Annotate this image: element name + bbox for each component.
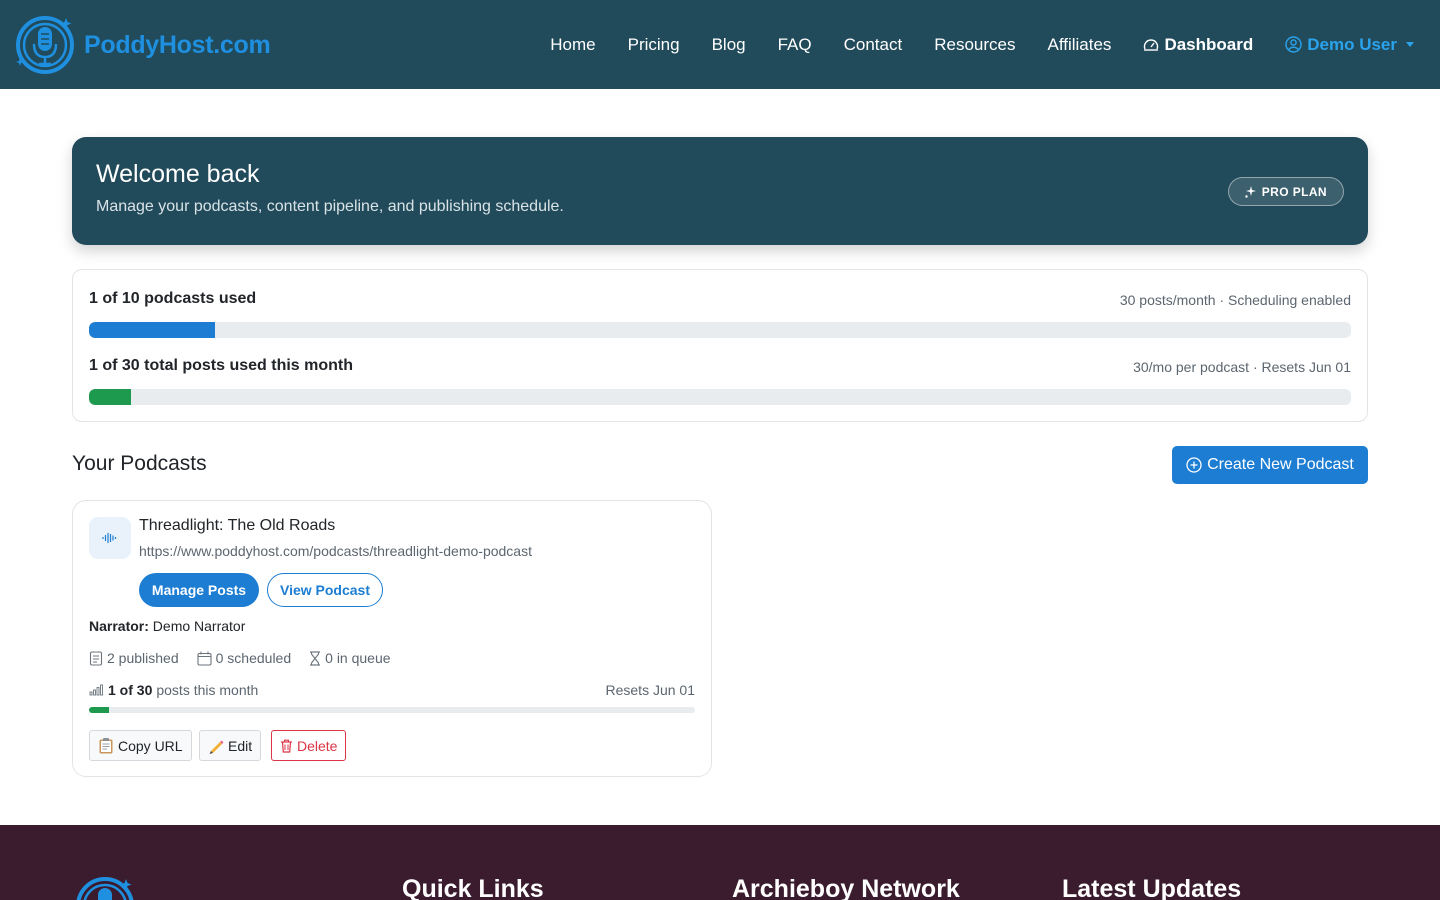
edit-label: Edit: [228, 737, 253, 754]
copy-url-button[interactable]: Copy URL: [89, 730, 192, 761]
user-circle-icon: [1285, 36, 1302, 53]
post-usage-meta: 30/mo per podcast · Resets Jun 01: [1133, 359, 1351, 375]
manage-posts-button[interactable]: Manage Posts: [139, 573, 259, 607]
post-usage-bar: [89, 389, 1351, 405]
nav-blog[interactable]: Blog: [712, 35, 746, 55]
nav-home[interactable]: Home: [550, 35, 595, 55]
hourglass-icon: [309, 650, 321, 666]
podcast-usage-title: 1 of 10 podcasts used: [89, 290, 257, 307]
clipboard-icon: [98, 737, 114, 754]
microphone-logo-icon: [14, 14, 76, 76]
monthly-usage-label: posts this month: [156, 682, 259, 698]
monthly-usage: 1 of 30 posts this month: [89, 682, 258, 698]
plan-badge: PRO PLAN: [1227, 177, 1344, 206]
user-name: Demo User: [1307, 34, 1397, 54]
edit-button[interactable]: Edit: [199, 730, 262, 761]
podcast-url: https://www.poddyhost.com/podcasts/threa…: [139, 543, 532, 559]
narrator-label: Narrator:: [89, 618, 149, 634]
footer-heading-quick-links: Quick Links: [402, 875, 544, 900]
audio-wave-icon: [89, 517, 131, 559]
calendar-icon: [197, 651, 212, 666]
queue-stat: 0 in queue: [309, 650, 391, 666]
chevron-down-icon: [1406, 42, 1414, 47]
footer-heading-updates: Latest Updates: [1062, 875, 1242, 900]
footer-microphone-logo-icon: [74, 875, 136, 900]
podcast-usage-bar-fill: [89, 322, 216, 338]
brand-name: PoddyHost.com: [84, 30, 271, 59]
scheduled-count: 0 scheduled: [215, 650, 292, 666]
podcast-stats: 2 published 0 scheduled 0 in queue: [89, 650, 409, 666]
welcome-title: Welcome back: [96, 160, 260, 188]
nav-affiliates[interactable]: Affiliates: [1047, 35, 1111, 55]
sparkle-icon: [1245, 185, 1256, 198]
podcast-title: Threadlight: The Old Roads: [139, 517, 336, 534]
monthly-reset-date: Resets Jun 01: [605, 682, 696, 698]
plan-badge-label: PRO PLAN: [1261, 184, 1327, 199]
scheduled-stat: 0 scheduled: [197, 650, 292, 666]
post-usage-title: 1 of 30 total posts used this month: [89, 357, 354, 374]
speedometer-icon: [1143, 38, 1159, 52]
monthly-usage-bar-fill: [89, 707, 110, 713]
view-podcast-button[interactable]: View Podcast: [267, 573, 383, 607]
monthly-usage-bar: [89, 707, 695, 713]
podcast-usage-bar: [89, 322, 1351, 338]
nav-dashboard[interactable]: Dashboard: [1143, 35, 1253, 55]
brand-home-link[interactable]: PoddyHost.com: [14, 14, 271, 76]
published-stat: 2 published: [89, 650, 179, 666]
top-navbar: PoddyHost.com Home Pricing Blog FAQ Cont…: [0, 0, 1440, 89]
welcome-banner: Welcome back Manage your podcasts, conte…: [72, 137, 1368, 245]
nav-dashboard-label: Dashboard: [1164, 34, 1254, 54]
site-footer: Quick Links Archieboy Network Latest Upd…: [0, 825, 1440, 900]
create-podcast-button[interactable]: Create New Podcast: [1172, 446, 1368, 484]
podcast-usage-meta: 30 posts/month · Scheduling enabled: [1119, 292, 1351, 308]
queue-count: 0 in queue: [325, 650, 391, 666]
trash-icon: [280, 739, 293, 753]
nav-contact[interactable]: Contact: [844, 35, 903, 55]
nav-faq[interactable]: FAQ: [778, 35, 812, 55]
narrator-name: Demo Narrator: [152, 618, 246, 634]
bar-chart-icon: [89, 684, 103, 696]
post-usage-bar-fill: [89, 389, 132, 405]
copy-url-label: Copy URL: [118, 737, 183, 754]
main-nav: Home Pricing Blog FAQ Contact Resources …: [518, 0, 1414, 89]
footer-heading-network: Archieboy Network: [732, 875, 960, 900]
pencil-icon: [208, 738, 224, 754]
document-icon: [89, 650, 103, 666]
plus-circle-icon: [1186, 457, 1202, 473]
published-count: 2 published: [107, 650, 179, 666]
section-title: Your Podcasts: [72, 452, 207, 475]
usage-card: 1 of 10 podcasts used 30 posts/month · S…: [72, 269, 1368, 422]
delete-button[interactable]: Delete: [271, 730, 347, 761]
nav-resources[interactable]: Resources: [934, 35, 1015, 55]
narrator-line: Narrator: Demo Narrator: [89, 618, 245, 634]
podcast-card: Threadlight: The Old Roads https://www.p…: [72, 500, 712, 777]
user-menu-toggle[interactable]: Demo User: [1285, 35, 1414, 55]
monthly-usage-count: 1 of 30: [108, 682, 153, 698]
create-podcast-label: Create New Podcast: [1207, 456, 1354, 473]
delete-label: Delete: [297, 737, 338, 754]
welcome-subtitle: Manage your podcasts, content pipeline, …: [96, 198, 564, 215]
nav-pricing[interactable]: Pricing: [628, 35, 680, 55]
